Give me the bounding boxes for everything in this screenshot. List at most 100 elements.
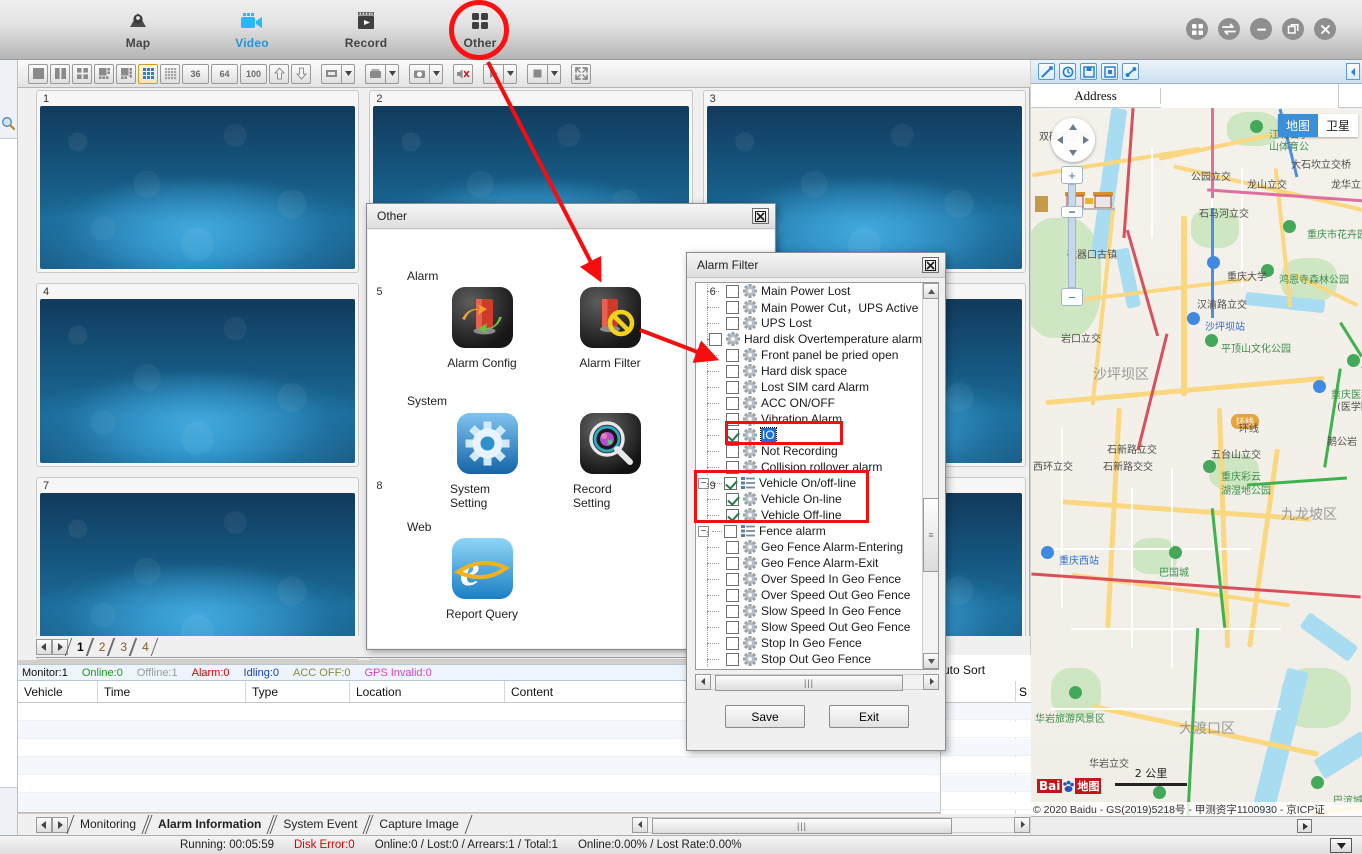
table-row[interactable] (18, 757, 1030, 775)
measure-distance-icon[interactable] (1038, 63, 1055, 80)
restore-button[interactable] (1282, 18, 1304, 40)
alarm-filter-group-row[interactable]: − Vehicle On/off-line (696, 475, 922, 491)
alarm-filter-checkbox[interactable] (726, 348, 739, 362)
column-header-type[interactable]: Type (246, 681, 350, 702)
alarm-filter-item-row[interactable]: Vibration Alarm (696, 403, 922, 427)
alarm-filter-checkbox[interactable] (726, 364, 739, 378)
alarm-filter-checkbox[interactable] (726, 284, 739, 298)
layout-36-button[interactable]: 36 (182, 63, 209, 84)
alarm-filter-checkbox[interactable] (726, 588, 739, 602)
alarm-filter-checkbox[interactable] (726, 604, 739, 618)
alarm-filter-item-row[interactable]: Collision rollover alarm (696, 451, 922, 475)
alarm-filter-checkbox[interactable] (708, 332, 722, 346)
alarm-filter-checkbox[interactable] (726, 428, 739, 442)
switch-user-button[interactable] (1218, 18, 1240, 40)
app-icon-alarm-config[interactable]: Alarm Config (445, 287, 519, 370)
alarm-filter-checkbox[interactable] (726, 396, 739, 410)
bottom-tab-next[interactable] (52, 816, 68, 833)
map-zoom-control[interactable]: + − − (1061, 166, 1083, 306)
layout-4-button[interactable] (72, 63, 92, 84)
alarm-filter-checkbox[interactable] (726, 300, 739, 314)
alarm-filter-item-row[interactable]: Main Power Cut，UPS Active (696, 291, 922, 315)
tab-system-event[interactable]: System Event (271, 815, 367, 834)
fit-screen-split[interactable] (321, 63, 355, 84)
scroll-left-arrow[interactable] (695, 673, 711, 690)
map-type-map[interactable]: 地图 (1277, 114, 1318, 137)
table-row[interactable] (18, 793, 1030, 811)
alarm-filter-item-row[interactable]: Hard disk Overtemperature alarm (696, 323, 922, 347)
layout-8-button[interactable] (116, 63, 136, 84)
table-row[interactable] (18, 775, 1030, 793)
collapse-right-icon[interactable] (1346, 63, 1360, 80)
alarm-filter-checkbox[interactable] (726, 380, 739, 394)
alarm-filter-item-row[interactable]: Slow Speed Out Geo Fence (696, 611, 922, 635)
address-input[interactable] (1161, 83, 1339, 108)
snapshot-dropdown-arrow[interactable] (429, 63, 443, 84)
app-icon-system-setting[interactable]: System Setting (450, 413, 524, 510)
scrollbar-track[interactable]: ||| (711, 673, 923, 691)
alarm-filter-checkbox[interactable] (726, 636, 739, 650)
alarm-filter-item-row[interactable]: Not Recording (696, 435, 922, 459)
app-icon-record-setting[interactable]: Record Setting (573, 413, 647, 510)
stream-select-button[interactable] (365, 63, 385, 84)
mute-button[interactable] (453, 63, 473, 84)
minimize-button[interactable] (1250, 18, 1272, 40)
fit-screen-button[interactable] (321, 63, 341, 84)
column-header-time[interactable]: Time (98, 681, 246, 702)
save-map-icon[interactable] (1080, 63, 1097, 80)
layout-9-button[interactable] (138, 63, 158, 84)
video-page-tab-4[interactable]: 4 (133, 638, 155, 656)
column-header-location[interactable]: Location (350, 681, 505, 702)
tab-monitoring[interactable]: Monitoring (68, 815, 146, 834)
alarm-filter-item-row[interactable]: Main Power Lost (696, 283, 922, 299)
alarm-filter-item-row[interactable]: Slow Speed In Geo Fence (696, 595, 922, 619)
scroll-left-arrow[interactable] (632, 816, 648, 833)
stop-button[interactable] (527, 63, 547, 84)
page-down-button[interactable] (291, 63, 311, 84)
nav-item-map[interactable]: Map (100, 0, 176, 59)
search-icon[interactable] (1, 116, 16, 134)
tab-alarm-information[interactable]: Alarm Information (146, 815, 271, 834)
map-search-button[interactable]: Search (1339, 88, 1362, 104)
zoom-out-button[interactable]: − (1061, 288, 1083, 306)
exit-button[interactable]: Exit (829, 705, 909, 728)
alarm-filter-item-row[interactable]: Stop In Geo Fence (696, 627, 922, 651)
stream-dropdown-arrow[interactable] (385, 63, 399, 84)
alarm-filter-item-row[interactable]: ACC ON/OFF (696, 387, 922, 411)
alarm-filter-item-row[interactable]: Stop Out Geo Fence (696, 643, 922, 667)
stream-split[interactable] (365, 63, 399, 84)
alarm-filter-checkbox[interactable] (726, 316, 739, 330)
close-icon[interactable] (752, 208, 769, 224)
video-cell[interactable]: 7 (36, 476, 360, 660)
map-type-satellite[interactable]: 卫星 (1317, 114, 1358, 137)
scroll-down-arrow[interactable] (923, 653, 938, 669)
alarm-filter-checkbox[interactable] (724, 524, 737, 538)
alarm-filter-item-row[interactable]: Front panel be pried open (696, 339, 922, 363)
column-header-vehicle[interactable]: Vehicle (18, 681, 98, 702)
alarm-filter-checkbox[interactable] (726, 556, 739, 570)
fit-screen-dropdown-arrow[interactable] (341, 63, 355, 84)
snapshot-button[interactable] (409, 63, 429, 84)
scroll-right-arrow[interactable] (923, 673, 939, 690)
video-cell[interactable]: 1 (36, 90, 360, 274)
alarm-filter-group-row[interactable]: − Fence alarm (696, 523, 922, 539)
alarm-filter-item-row[interactable]: Lost SIM card Alarm (696, 371, 922, 395)
apps-grid-button[interactable] (1186, 18, 1208, 40)
play-button[interactable] (483, 63, 503, 84)
alarm-filter-checkbox[interactable] (726, 412, 739, 426)
page-up-button[interactable] (269, 63, 289, 84)
snapshot-split[interactable] (409, 63, 443, 84)
layout-2-button[interactable] (50, 63, 70, 84)
nav-item-video[interactable]: Video (214, 0, 290, 59)
alarm-filter-checkbox[interactable] (726, 460, 739, 474)
alarm-filter-horizontal-scrollbar[interactable]: ||| (695, 673, 939, 691)
alarm-filter-checkbox[interactable] (726, 540, 739, 554)
video-cell[interactable]: 4 (36, 283, 360, 467)
app-icon-alarm-filter[interactable]: Alarm Filter (573, 287, 647, 370)
alarm-filter-item-row[interactable]: Geo Fence Alarm-Entering (696, 531, 922, 555)
stop-split[interactable] (527, 63, 561, 84)
alarm-filter-item-row[interactable]: Geo Fence Alarm-Exit (696, 547, 922, 571)
alarm-filter-item-row[interactable]: Hard disk space (696, 355, 922, 379)
play-dropdown-arrow[interactable] (503, 63, 517, 84)
status-dropdown-button[interactable] (1330, 838, 1352, 853)
